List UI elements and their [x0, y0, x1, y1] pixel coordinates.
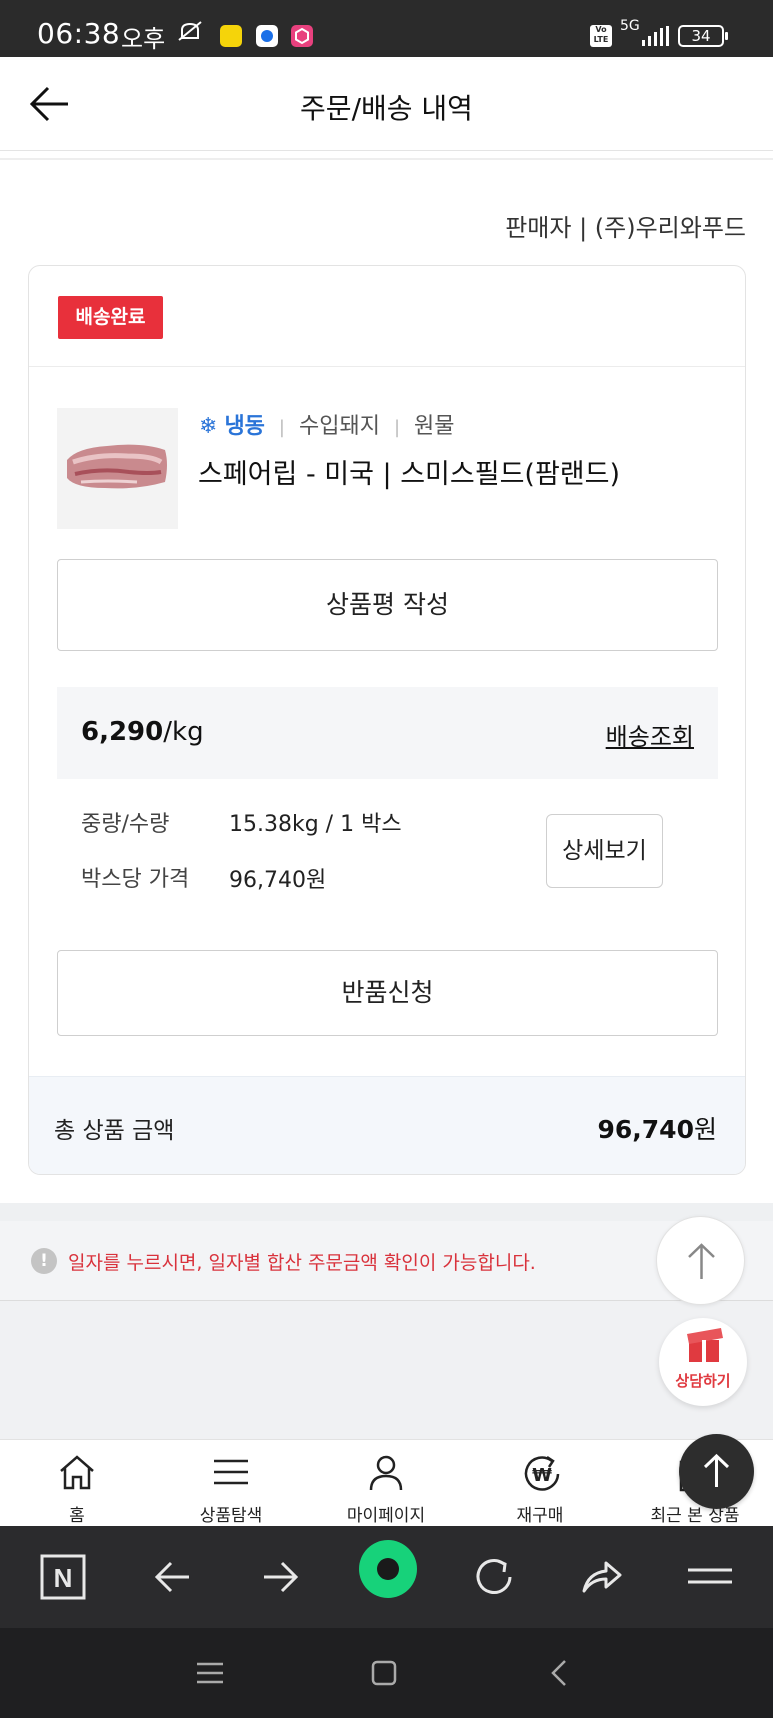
app-icon-pink [291, 25, 313, 47]
arrow-up-icon [703, 1453, 730, 1487]
scroll-top-button[interactable] [656, 1216, 745, 1305]
separator: | [278, 417, 285, 438]
mute-icon [178, 21, 202, 41]
network-type: 5G [620, 18, 640, 34]
total-bar: 총 상품 금액 96,740원 [29, 1076, 745, 1174]
footer-area [0, 1301, 773, 1439]
menu-icon [214, 1459, 248, 1485]
kakaotalk-icon [220, 25, 242, 47]
scroll-top-dark-button[interactable] [679, 1434, 754, 1509]
storage-type: 냉동 [224, 414, 265, 439]
gift-box-icon [687, 1328, 723, 1362]
nav-item-browse[interactable]: 상품탐색 [154, 1440, 308, 1527]
browser-toolbar: N [0, 1526, 773, 1628]
nav-item-mypage[interactable]: 마이페이지 [309, 1440, 463, 1527]
track-delivery-link[interactable]: 배송조회 [606, 717, 694, 752]
refresh-icon[interactable] [468, 1551, 520, 1603]
total-amount: 96,740원 [597, 1115, 718, 1144]
browser-back-icon[interactable] [147, 1551, 199, 1603]
clock-ampm: 오후 [121, 25, 166, 53]
product-name[interactable]: 스페어립 - 미국 | 스미스필드(팜랜드) [198, 452, 620, 491]
weight-value: 15.38kg / 1 박스 [229, 812, 402, 837]
nav-label: 마이페이지 [346, 1506, 426, 1526]
won-refresh-icon: ₩ [524, 1455, 560, 1491]
browser-forward-icon[interactable] [254, 1551, 306, 1603]
chat-label: 상담하기 [675, 1372, 731, 1390]
snowflake-icon: ❄ [199, 414, 218, 439]
app-header: 주문/배송 내역 [0, 57, 773, 151]
home-icon [60, 1455, 94, 1490]
clock: 06:38 [37, 17, 121, 50]
nav-label: 홈 [69, 1506, 85, 1526]
product-thumbnail[interactable] [57, 408, 178, 529]
system-nav-bar [0, 1628, 773, 1718]
share-icon[interactable] [576, 1551, 628, 1603]
volte-icon: Vo LTE [590, 25, 612, 47]
order-card: 배송완료 ❄ 냉동 | 수입돼지 | 원물 스페어립 - 미국 | 스미스필드(… [28, 265, 746, 1175]
weight-label: 중량/수량 [81, 812, 170, 837]
status-badge: 배송완료 [58, 296, 163, 339]
box-price-label: 박스당 가격 [81, 867, 190, 892]
nav-label: 상품탐색 [199, 1506, 263, 1526]
chat-consult-button[interactable]: 상담하기 [659, 1318, 747, 1406]
total-label: 총 상품 금액 [54, 1118, 175, 1144]
signal-icon [642, 26, 669, 46]
header-divider [0, 158, 773, 160]
separator: | [393, 417, 401, 438]
unit-price: 6,290/kg [81, 717, 204, 747]
product-category: ❄ 냉동 | 수입돼지 | 원물 [199, 408, 455, 440]
hamburger-menu-icon[interactable] [684, 1551, 736, 1603]
nav-item-home[interactable]: 홈 [0, 1440, 154, 1527]
status-bar: 06:38 오후 Vo LTE 5G 34 [0, 0, 773, 57]
page-title: 주문/배송 내역 [300, 92, 473, 125]
home-button-icon[interactable] [364, 1653, 404, 1693]
unit-price-box: 6,290/kg 배송조회 [57, 687, 718, 779]
nav-label: 재구매 [516, 1506, 564, 1526]
naver-home-icon[interactable]: N [37, 1551, 89, 1603]
write-review-button[interactable]: 상품평 작성 [57, 559, 718, 651]
box-price-value: 96,740원 [229, 868, 327, 893]
notice-text: 일자를 누르시면, 일자별 합산 주문금액 확인이 가능합니다. [68, 1252, 536, 1274]
app-icon-blue [256, 25, 278, 47]
battery-icon: 34 [678, 25, 728, 47]
recent-apps-icon[interactable] [190, 1653, 230, 1693]
product-form: 원물 [414, 414, 455, 439]
product-type: 수입돼지 [299, 414, 380, 439]
exclamation-icon: ! [31, 1248, 57, 1274]
svg-text:₩: ₩ [532, 1465, 552, 1486]
person-icon [369, 1455, 403, 1491]
bottom-nav: 홈 상품탐색 마이페이지 ₩ 재구매 최근 본 상품 [0, 1439, 773, 1526]
return-request-button[interactable]: 반품신청 [57, 950, 718, 1036]
nav-item-reorder[interactable]: ₩ 재구매 [463, 1440, 617, 1527]
back-button-icon[interactable] [540, 1653, 580, 1693]
seller-name: 판매자 | (주)우리와푸드 [505, 214, 746, 242]
arrow-up-icon [688, 1243, 715, 1279]
browser-green-dot-icon[interactable] [358, 1539, 418, 1599]
card-divider [29, 366, 745, 367]
view-detail-button[interactable]: 상세보기 [546, 814, 663, 888]
svg-text:N: N [54, 1563, 73, 1593]
